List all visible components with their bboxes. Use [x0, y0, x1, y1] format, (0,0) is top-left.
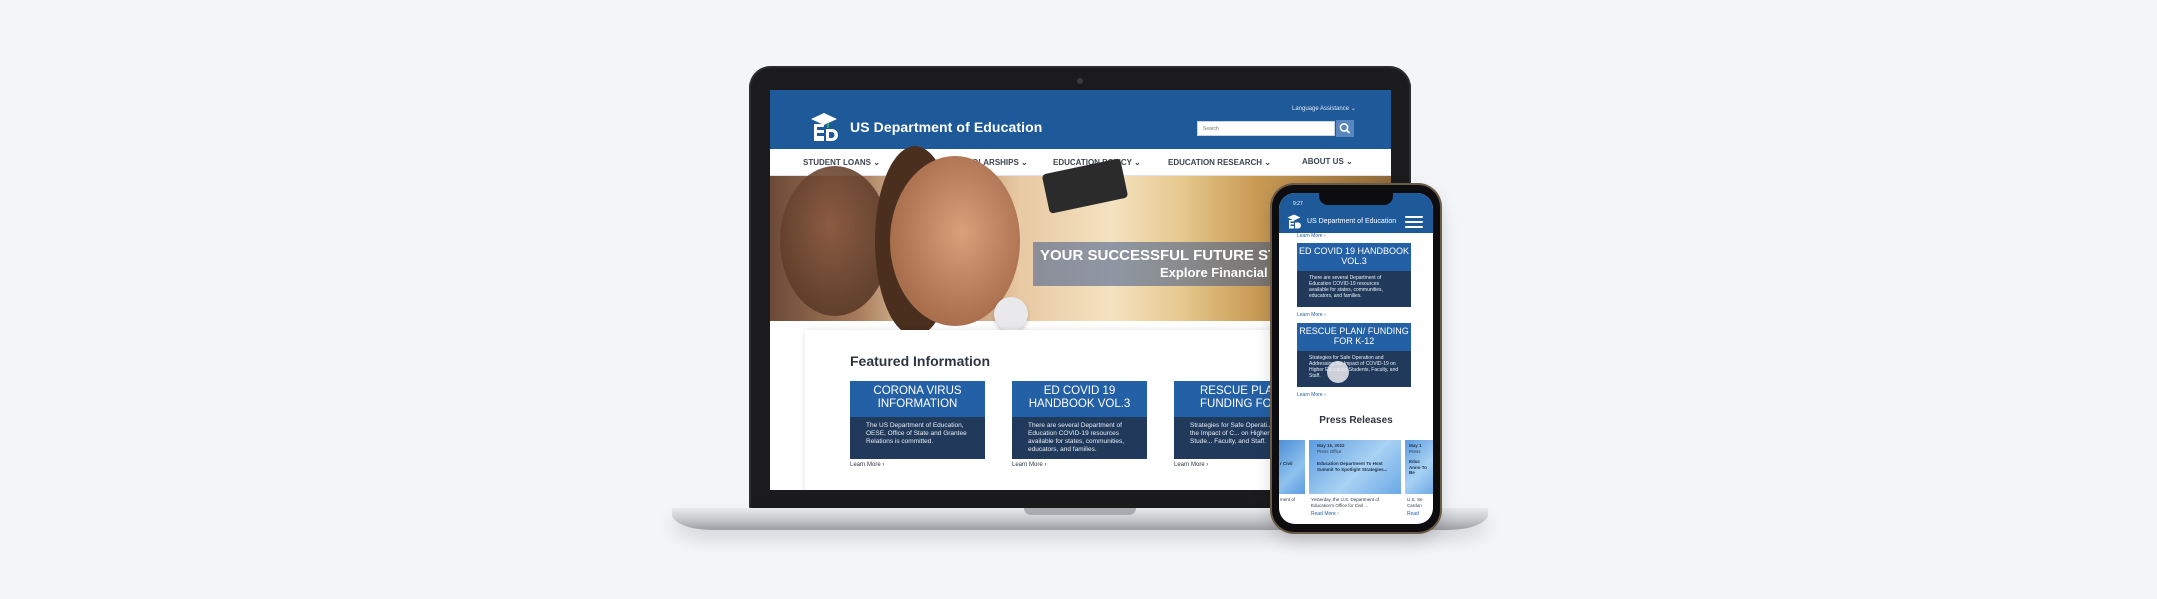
- search-input[interactable]: [1197, 121, 1335, 136]
- press-card-image[interactable]: [1279, 440, 1305, 494]
- learn-more-link[interactable]: Learn More ›: [1297, 392, 1326, 398]
- nav-education-research[interactable]: EDUCATION RESEARCH ⌄: [1168, 158, 1271, 167]
- card-title: ED COVID 19 HANDBOOK VOL.3: [1012, 381, 1147, 417]
- press-card-office: Press Office: [1317, 449, 1342, 454]
- phone-site-title: US Department of Education: [1307, 218, 1397, 225]
- press-card-snippet: Yesterday, the U.S. Department of Educat…: [1311, 497, 1380, 508]
- press-card-snippet: U.S. Se Cardon: [1407, 497, 1423, 508]
- phone-featured-card[interactable]: ED COVID 19 HANDBOOK VOL.3 There are sev…: [1297, 243, 1411, 307]
- ed-logo-icon: [811, 113, 838, 141]
- learn-more-link[interactable]: Learn More ›: [1297, 233, 1326, 239]
- learn-more-link[interactable]: Learn More ›: [1297, 312, 1326, 318]
- ed-logo-icon: [1287, 214, 1301, 229]
- press-card-date: May 1: [1409, 443, 1422, 448]
- search-icon: [1339, 123, 1351, 134]
- card-title: ED COVID 19 HANDBOOK VOL.3: [1297, 243, 1411, 271]
- phone-screen: 9:27 US Department of Education Learn Mo…: [1279, 193, 1433, 524]
- press-card-title: r Civil: [1280, 461, 1293, 466]
- site-title: US Department of Education: [850, 119, 1043, 135]
- read-more-link[interactable]: Read: [1407, 511, 1419, 517]
- hero-photo-student-left: [780, 166, 890, 316]
- hero-subheadline: Explore Financial A: [1160, 265, 1281, 280]
- press-card-date: May 16, 2022: [1317, 443, 1345, 448]
- laptop-hinge-notch: [1024, 508, 1136, 515]
- search-button[interactable]: [1336, 120, 1354, 137]
- card-body: There are several Department of Educatio…: [1012, 417, 1147, 459]
- featured-card[interactable]: CORONA VIRUS INFORMATION The US Departme…: [850, 381, 985, 459]
- press-card-office: Press: [1409, 449, 1421, 454]
- phone-notch: [1319, 193, 1393, 205]
- phone-featured-card[interactable]: RESCUE PLAN/ FUNDING FOR K-12 Strategies…: [1297, 323, 1411, 387]
- card-body: The US Department of Education, OESE, Of…: [850, 417, 985, 459]
- touch-indicator: [994, 297, 1028, 331]
- press-card-title: Educ Anno To Be: [1409, 459, 1427, 475]
- hamburger-menu-icon[interactable]: [1405, 216, 1423, 228]
- learn-more-link[interactable]: Learn More ›: [1012, 462, 1046, 468]
- press-card-snippet: ment of: [1280, 497, 1296, 502]
- featured-title: Featured Information: [850, 353, 991, 369]
- phone-time: 9:27: [1293, 201, 1303, 207]
- language-assistance-link[interactable]: Language Assistance ⌄: [1292, 105, 1356, 112]
- card-title: RESCUE PLAN/ FUNDING FOR K-12: [1297, 323, 1411, 351]
- learn-more-link[interactable]: Learn More ›: [1174, 462, 1208, 468]
- nav-about-us[interactable]: ABOUT US ⌄: [1302, 157, 1353, 166]
- laptop-camera: [1077, 78, 1083, 84]
- card-body: Strategies for Safe Operation and Addres…: [1297, 351, 1411, 387]
- press-card-title: Education Department To Host Summit To S…: [1317, 461, 1388, 472]
- press-releases-title: Press Releases: [1319, 415, 1393, 426]
- learn-more-link[interactable]: Learn More ›: [850, 462, 884, 468]
- hero-headline: YOUR SUCCESSFUL FUTURE STA: [1040, 247, 1287, 264]
- featured-card[interactable]: ED COVID 19 HANDBOOK VOL.3 There are sev…: [1012, 381, 1147, 459]
- read-more-link[interactable]: Read More ›: [1311, 511, 1339, 517]
- card-body: There are several Department of Educatio…: [1297, 271, 1411, 307]
- card-title: CORONA VIRUS INFORMATION: [850, 381, 985, 417]
- touch-indicator: [1327, 361, 1349, 383]
